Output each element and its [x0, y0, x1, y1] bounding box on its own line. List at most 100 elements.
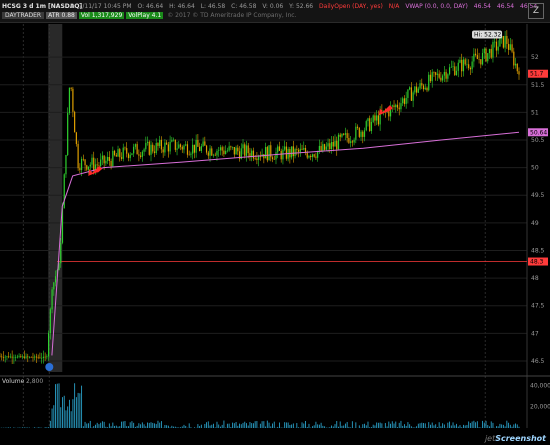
- candle-body: [488, 48, 491, 54]
- candle-body: [405, 97, 407, 104]
- candle-body: [308, 156, 310, 158]
- candle-body: [39, 357, 41, 359]
- candle-body: [365, 121, 367, 131]
- candle-body: [323, 144, 326, 150]
- watermark-prefix: jet: [484, 434, 496, 443]
- candle-body: [426, 87, 428, 91]
- candle-body: [101, 155, 104, 160]
- candle-body: [284, 146, 286, 150]
- candle-body: [82, 158, 84, 160]
- y-tick-label: 48: [531, 275, 539, 282]
- candle-body: [374, 115, 376, 121]
- candle-body: [412, 92, 414, 101]
- candle-body: [332, 141, 334, 147]
- candle-body: [231, 146, 234, 148]
- candle-body: [315, 156, 317, 158]
- candle-body: [440, 77, 442, 81]
- y-tick-label: 49.5: [531, 192, 545, 199]
- candle-body: [358, 127, 360, 137]
- candle-body: [54, 276, 57, 283]
- candle-body: [471, 61, 473, 70]
- candle-body: [339, 134, 341, 137]
- candle-body: [372, 115, 374, 122]
- candle-body: [297, 149, 300, 152]
- candle-body: [429, 74, 432, 82]
- candle-body: [355, 126, 357, 140]
- y-tick-label: 50: [531, 165, 539, 172]
- candle-body: [41, 357, 43, 359]
- candle-body: [292, 146, 294, 157]
- candle-body: [171, 139, 173, 142]
- candle-body: [278, 146, 281, 151]
- candle-body: [6, 356, 8, 358]
- candle-body: [30, 356, 32, 358]
- candle-body: [438, 73, 440, 78]
- candle-body: [475, 53, 477, 56]
- candle-body: [431, 72, 433, 82]
- candle-body: [346, 133, 348, 138]
- candle-body: [46, 356, 48, 358]
- candle-body: [455, 70, 458, 76]
- candle-body: [457, 62, 459, 71]
- candle-body: [478, 59, 480, 60]
- candle-body: [28, 356, 31, 358]
- candle-body: [86, 165, 88, 170]
- candle-body: [176, 148, 178, 150]
- candle-body: [124, 147, 126, 149]
- y-tick-label: 51: [531, 109, 539, 116]
- candle-body: [466, 64, 468, 65]
- candle-body: [146, 141, 149, 143]
- candle-body: [415, 86, 418, 93]
- candle-body: [473, 53, 475, 62]
- candle-body: [70, 87, 72, 89]
- candle-body: [197, 140, 199, 147]
- candle-body: [211, 148, 213, 156]
- candle-body: [120, 157, 123, 159]
- candle-body: [504, 35, 506, 48]
- y-tick-label: 47: [531, 330, 539, 337]
- candle-body: [131, 153, 133, 155]
- last-price-tag: 51.7: [530, 71, 544, 78]
- candle-body: [421, 83, 423, 86]
- candle-body: [79, 168, 81, 170]
- candle-body: [502, 36, 504, 48]
- candle-body: [495, 41, 498, 51]
- y-tick-label: 46.5: [531, 358, 545, 365]
- candle-body: [9, 356, 12, 358]
- candle-body: [301, 148, 303, 150]
- candle-body: [219, 147, 222, 151]
- candle-body: [216, 150, 218, 156]
- candle-body: [160, 139, 163, 150]
- candle-body: [360, 131, 362, 137]
- candle-body: [414, 86, 416, 93]
- y-tick-label: 49: [531, 220, 539, 227]
- candle-body: [313, 154, 315, 157]
- candle-body: [27, 356, 29, 358]
- candle-body: [84, 159, 86, 166]
- candle-body: [417, 88, 419, 93]
- candle-body: [341, 133, 343, 137]
- candle-body: [258, 156, 260, 160]
- candle-body: [98, 165, 100, 167]
- candle-body: [244, 144, 246, 156]
- candle-body: [174, 139, 176, 150]
- candle-body: [178, 144, 180, 149]
- candle-body: [348, 137, 350, 143]
- candle-body: [75, 132, 77, 144]
- candle-body: [141, 151, 143, 157]
- candle-body: [192, 144, 194, 154]
- candle-body: [336, 140, 338, 150]
- candle-body: [230, 146, 232, 148]
- candle-body: [67, 112, 69, 156]
- candle-body: [205, 145, 208, 153]
- candle-body: [53, 282, 55, 290]
- candle-body: [193, 144, 196, 153]
- price-chart[interactable]: 52 51.5 51 50.5 50 49.5 49 48.5 48 47.5 47 46.5 51.7…: [0, 0, 550, 445]
- candle-body: [68, 87, 71, 113]
- candle-body: [119, 149, 121, 158]
- candle-body: [400, 103, 402, 110]
- candle-body: [108, 156, 110, 161]
- candle-body: [37, 357, 39, 359]
- candle-body: [110, 160, 112, 167]
- candle-body: [96, 164, 98, 166]
